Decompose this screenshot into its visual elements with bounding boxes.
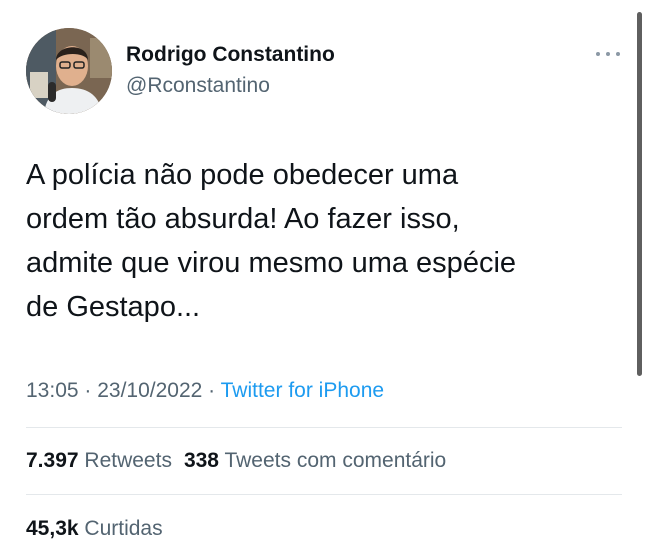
- avatar-image: [26, 28, 112, 114]
- quotes-count: 338: [183, 449, 219, 472]
- retweets-count: 7.397: [26, 449, 79, 472]
- retweets-stat[interactable]: 7.397 Retweets: [26, 449, 172, 472]
- retweets-label: Retweets: [84, 449, 172, 472]
- likes-count: 45,3k: [26, 517, 79, 540]
- likes-stat[interactable]: 45,3k Curtidas: [26, 517, 163, 540]
- tweet-line: de Gestapo...: [26, 291, 201, 323]
- tweet-source-link[interactable]: Twitter for iPhone: [221, 379, 384, 402]
- likes-row: 45,3k Curtidas: [26, 514, 163, 544]
- likes-label: Curtidas: [84, 517, 163, 540]
- divider: [26, 494, 622, 495]
- author-handle[interactable]: @Rconstantino: [126, 72, 270, 100]
- author-avatar[interactable]: [26, 28, 112, 114]
- author-name[interactable]: Rodrigo Constantino: [126, 41, 335, 69]
- meta-separator: ·: [202, 379, 221, 402]
- meta-separator: ·: [78, 379, 98, 402]
- tweet-line: ordem tão absurda! Ao fazer isso,: [26, 203, 460, 235]
- scrollbar[interactable]: [637, 12, 642, 376]
- quote-tweets-stat[interactable]: 338 Tweets com comentário: [184, 449, 446, 472]
- tweet-time[interactable]: 13:05: [26, 379, 79, 402]
- quotes-label: Tweets com comentário: [224, 449, 447, 472]
- tweet-line: A polícia não pode obedecer uma: [26, 159, 459, 191]
- tweet-date[interactable]: 23/10/2022: [97, 379, 202, 402]
- tweet-text: A polícia não pode obedecer uma ordem tã…: [26, 153, 606, 329]
- more-options-icon[interactable]: [593, 44, 623, 64]
- engagement-row: 7.397 Retweets 338 Tweets com comentário: [26, 446, 446, 476]
- divider: [26, 427, 622, 428]
- tweet-line: admite que virou mesmo uma espécie: [26, 247, 517, 279]
- tweet-meta: 13:05 · 23/10/2022 · Twitter for iPhone: [26, 376, 384, 406]
